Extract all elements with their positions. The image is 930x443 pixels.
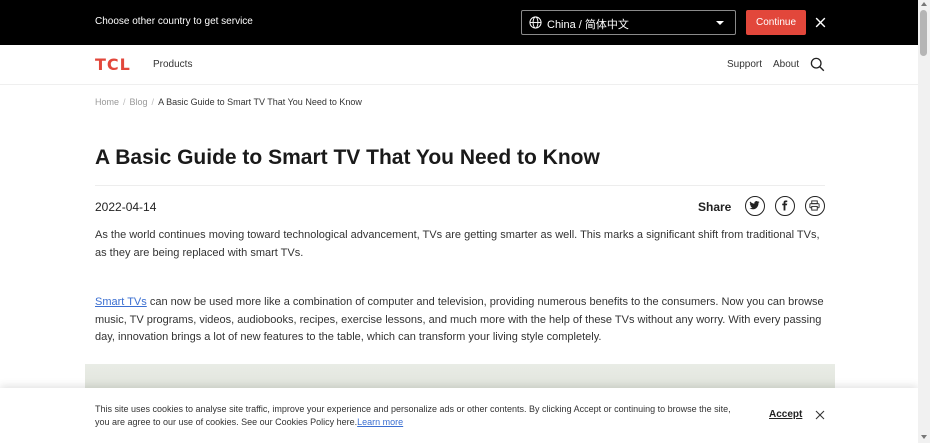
country-selection-bar: Choose other country to get service Chin… xyxy=(0,0,918,45)
continue-button[interactable]: Continue xyxy=(746,10,806,35)
breadcrumb-separator: / xyxy=(151,97,155,107)
nav-support[interactable]: Support xyxy=(727,59,762,70)
country-bar-message: Choose other country to get service xyxy=(95,16,253,27)
country-select[interactable]: China / 简体中文 xyxy=(521,10,736,35)
accept-cookies-button[interactable]: Accept xyxy=(769,409,802,420)
breadcrumb-home[interactable]: Home xyxy=(95,97,119,107)
learn-more-link[interactable]: Learn more xyxy=(357,417,403,427)
country-select-value: China / 简体中文 xyxy=(547,19,629,31)
cookie-message: This site uses cookies to analyse site t… xyxy=(95,403,735,428)
cookie-text: This site uses cookies to analyse site t… xyxy=(95,404,731,427)
smart-tvs-link[interactable]: Smart TVs xyxy=(95,296,147,308)
close-icon[interactable] xyxy=(814,16,827,29)
share-label: Share xyxy=(698,200,732,214)
twitter-share-button[interactable] xyxy=(745,196,765,216)
nav-products[interactable]: Products xyxy=(153,59,192,70)
site-header: TCL Products Support About xyxy=(0,45,918,85)
search-icon[interactable] xyxy=(810,57,825,72)
globe-icon xyxy=(529,16,542,29)
article-paragraph: Smart TVs can now be used more like a co… xyxy=(95,294,830,347)
scrollbar-thumb[interactable] xyxy=(920,10,927,56)
article-paragraph: As the world continues moving toward tec… xyxy=(95,229,820,259)
facebook-icon xyxy=(782,200,788,211)
scroll-up-arrow-icon[interactable] xyxy=(921,2,927,6)
scroll-down-arrow-icon[interactable] xyxy=(921,435,927,439)
page-scrollbar[interactable] xyxy=(918,0,930,443)
facebook-share-button[interactable] xyxy=(775,196,795,216)
print-share-button[interactable] xyxy=(805,196,825,216)
divider xyxy=(95,185,825,186)
nav-about[interactable]: About xyxy=(773,59,799,70)
print-icon xyxy=(809,200,820,211)
breadcrumb-separator: / xyxy=(123,97,126,107)
breadcrumb-blog[interactable]: Blog xyxy=(130,97,148,107)
page-title: A Basic Guide to Smart TV That You Need … xyxy=(95,146,600,169)
chevron-down-icon xyxy=(716,21,724,25)
tcl-logo[interactable]: TCL xyxy=(95,55,131,74)
paragraph-text: can now be used more like a combination … xyxy=(95,296,824,343)
close-icon[interactable] xyxy=(815,410,825,420)
breadcrumb-current: A Basic Guide to Smart TV That You Need … xyxy=(158,97,362,107)
post-date: 2022-04-14 xyxy=(95,200,157,214)
cookie-consent-bar: This site uses cookies to analyse site t… xyxy=(0,388,918,443)
twitter-icon xyxy=(749,201,760,210)
breadcrumb: Home / Blog / A Basic Guide to Smart TV That… xyxy=(95,97,362,107)
